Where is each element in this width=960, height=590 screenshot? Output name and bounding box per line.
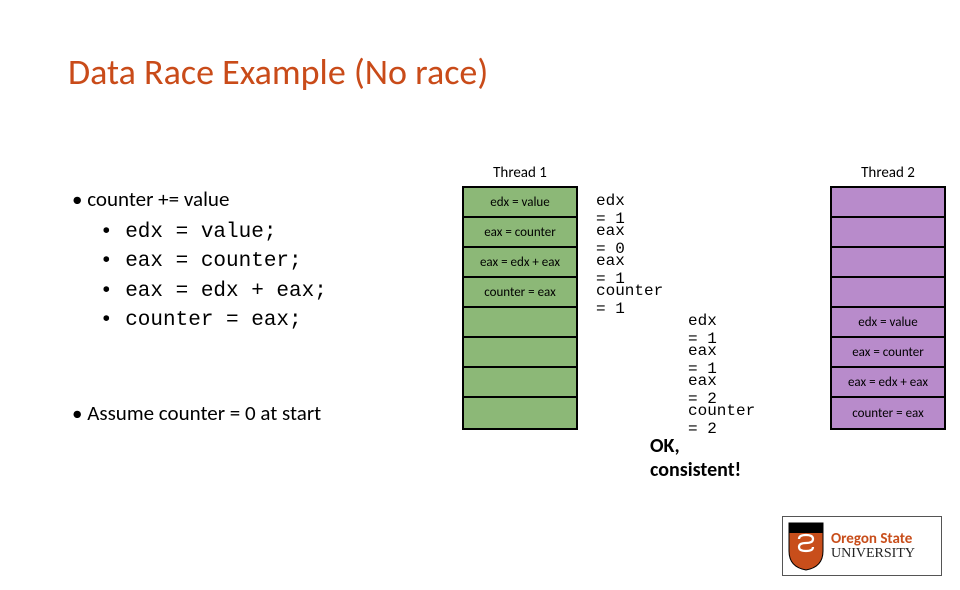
code-line-1: • eax = counter; xyxy=(100,247,327,276)
code-line-0: • edx = value; xyxy=(100,218,327,247)
t1-cell-3: counter = eax xyxy=(464,278,576,308)
t1-cell-4 xyxy=(464,308,576,338)
state-t1-3: counter = 1 xyxy=(596,282,663,318)
t1-cell-2: eax = edx + eax xyxy=(464,248,576,278)
t1-cell-7 xyxy=(464,398,576,428)
logo-top: Oregon State xyxy=(831,532,915,547)
t1-cell-1: eax = counter xyxy=(464,218,576,248)
code-line-3: • counter = eax; xyxy=(100,306,327,335)
t2-cell-1 xyxy=(832,218,944,248)
logo-bottom: UNIVERSITY xyxy=(831,547,915,561)
ok-consistent: OK, consistent! xyxy=(650,434,741,482)
t1-cell-6 xyxy=(464,368,576,398)
t2-cell-7: counter = eax xyxy=(832,398,944,428)
logo-text: Oregon State UNIVERSITY xyxy=(831,532,915,561)
t2-cell-3 xyxy=(832,278,944,308)
thread1-header: Thread 1 xyxy=(462,164,578,182)
t2-cell-4: edx = value xyxy=(832,308,944,338)
t1-cell-5 xyxy=(464,338,576,368)
assume-text: • Assume counter = 0 at start xyxy=(72,400,327,426)
t2-cell-6: eax = edx + eax xyxy=(832,368,944,398)
shield-icon xyxy=(787,521,825,571)
t2-cell-5: eax = counter xyxy=(832,338,944,368)
t1-cell-0: edx = value xyxy=(464,188,576,218)
osu-logo: Oregon State UNIVERSITY xyxy=(782,516,942,576)
counter-heading: • counter += value xyxy=(72,186,327,212)
slide-title: Data Race Example (No race) xyxy=(68,50,960,94)
thread2-stack: edx = value eax = counter eax = edx + ea… xyxy=(830,186,946,430)
t2-cell-2 xyxy=(832,248,944,278)
code-line-2: • eax = edx + eax; xyxy=(100,277,327,306)
t2-cell-0 xyxy=(832,188,944,218)
state-t2-3: counter = 2 xyxy=(688,402,755,438)
thread1-stack: edx = value eax = counter eax = edx + ea… xyxy=(462,186,578,430)
thread2-header: Thread 2 xyxy=(830,164,946,182)
left-column: • counter += value • edx = value; • eax … xyxy=(72,186,327,426)
